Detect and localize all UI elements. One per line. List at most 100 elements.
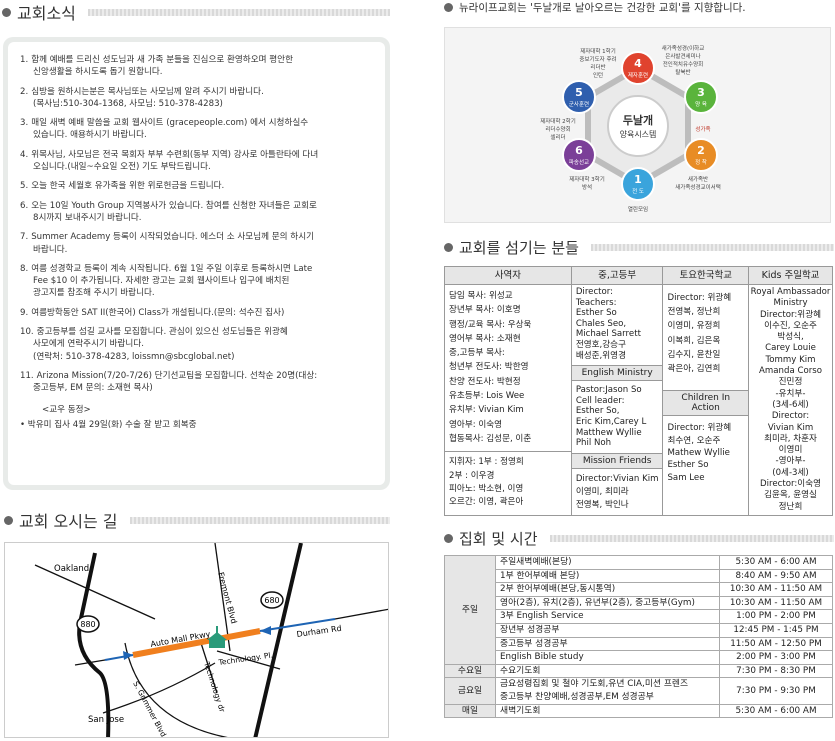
staff-entry: Director: 위광혜 bbox=[667, 293, 732, 303]
schedule-day: 수요일 bbox=[444, 663, 496, 679]
news-item-line: 6. 오는 10일 Youth Group 지역봉사가 있습니다. 참여를 신청한… bbox=[20, 200, 377, 212]
news-item-line: 중고등부, EM 문의: 소재현 목사) bbox=[33, 383, 153, 394]
schedule-time: 7:30 PM - 9:30 PM bbox=[719, 677, 833, 705]
news-item-number: 3. bbox=[20, 118, 29, 129]
news-panel: 1. 함께 예배를 드리신 성도님과 새 가족 분들을 진심으로 환영하오며 평안… bbox=[3, 37, 390, 490]
schedule-event: 주일새벽예배(본당) bbox=[495, 555, 720, 570]
staff-entry: 담임 목사: 위성교 bbox=[449, 291, 513, 301]
staff-entry: Tommy Kim bbox=[765, 354, 816, 365]
schedule-time: 8:40 AM - 9:50 AM bbox=[719, 568, 833, 584]
staff-entry: Phil Noh bbox=[575, 438, 612, 449]
schedule-row: English Bible study 2:00 PM - 3:00 PM bbox=[445, 650, 833, 665]
english-ministry-list: Pastor:Jason So Cell leader: Esther So, Eri… bbox=[572, 383, 663, 451]
staff-entry: Director:Vivian Kim bbox=[575, 473, 659, 484]
staff-entry: 이복희, 김은옥 bbox=[667, 335, 721, 346]
schedule-event-name: English Bible study bbox=[500, 652, 584, 663]
staff-section-header: 교회를 섬기는 분들 bbox=[444, 237, 834, 258]
staff-entry: 곽은아, 김연희 bbox=[667, 364, 721, 375]
note-top-right: 새가족성경(이하교 bbox=[662, 44, 705, 52]
news-item-text: 매일 새벽 예배 말씀을 교회 웹사이트 (gracepeople.com) 에… bbox=[31, 118, 309, 129]
staff-entry: Chales Seo, bbox=[575, 318, 627, 329]
korean-school-list: Director: 위광혜 전영복, 정난희 이영미, 유정희 이복희, 김은옥 김수지… bbox=[663, 285, 748, 388]
schedule-event: 1부 한어부예배 본당) bbox=[495, 568, 720, 584]
staff-entry: 중,고등부 목사: bbox=[449, 348, 505, 359]
staff-entry: 지휘자: 1부 : 정영희 bbox=[449, 457, 524, 468]
news-item-line: (목사님:510-304-1368, 사모님: 510-378-4283) bbox=[33, 98, 223, 109]
news-item: 1. 함께 예배를 드리신 성도님과 새 가족 분들을 진심으로 환영하오며 평안… bbox=[20, 54, 377, 79]
schedule-event: 금요성령집회 및 철야 기도회,유년 CIA,미션 프렌즈 중고등부 찬양예배,성… bbox=[495, 677, 720, 705]
schedule-title: 집회 및 시간 bbox=[459, 530, 538, 548]
technology-dr-label: Technology dr bbox=[202, 660, 227, 714]
staff-entry: Director: 위광혜 bbox=[667, 423, 732, 434]
schedule-event-name: 수요기도회 bbox=[500, 665, 541, 676]
discipleship-cycle-diagram: 두날개양육시스템1전 도2정 착3양 육4제자훈련5군사훈련6파송선교제자대학 … bbox=[540, 44, 721, 213]
schedule-event: 새벽기도회 bbox=[495, 703, 720, 719]
news-item-text: 여름 성경학교 등록이 계속 시작됩니다. 6월 1일 주일 이후로 등록하시면… bbox=[31, 263, 313, 274]
staff-entry: Cell leader: bbox=[575, 395, 625, 406]
note-bottom-left: 제자대학 3학기 bbox=[569, 175, 605, 183]
staff-entry: Vivian Kim bbox=[767, 422, 814, 433]
schedule-event-name: 1부 한어부예배 본당) bbox=[500, 570, 580, 581]
news-item-number: 6. bbox=[20, 200, 29, 211]
news-item-text: 오는 10일 Youth Group 지역봉사가 있습니다. 참여를 신청한 자… bbox=[31, 200, 317, 211]
staff-entry: Pastor:Jason So bbox=[575, 385, 642, 396]
staff-entry: Director:이숙영 bbox=[760, 479, 822, 490]
note-top-right: 은사발견세미나 bbox=[665, 52, 700, 60]
note-left: 제자대학 2학기 bbox=[540, 117, 576, 125]
durham-rd-road bbox=[334, 608, 388, 620]
step-label: 양 육 bbox=[695, 100, 707, 108]
news-item-number: 10. bbox=[20, 327, 34, 338]
schedule-time: 2:00 PM - 3:00 PM bbox=[719, 650, 833, 665]
san-jose-label: San Jose bbox=[88, 715, 124, 725]
staff-entry: 유치부: Vivian Kim bbox=[449, 405, 524, 416]
note-bottom: 열린모임 bbox=[628, 205, 648, 213]
staff-entry: 행정/교육 목사: 우상욱 bbox=[449, 319, 532, 330]
news-item-line: 2. 심방을 원하시는분은 목사님또는 사모님께 알려 주시기 바랍니다. bbox=[20, 86, 377, 98]
hwy-680-label: 680 bbox=[264, 596, 279, 605]
staff-entry: 전영복, 정난희 bbox=[667, 307, 721, 318]
staff-entry: Ministry bbox=[773, 298, 808, 309]
staff-entry: 이영미, 최미라 bbox=[575, 486, 629, 497]
staff-entry: 영아부: 이숙영 bbox=[449, 419, 503, 430]
schedule-event: 수요기도회 bbox=[495, 663, 720, 679]
schedule-row: 매일 새벽기도회 5:30 AM - 6:00 AM bbox=[444, 703, 833, 719]
oakland-label: Oakland bbox=[54, 564, 89, 574]
center-title: 두날개 bbox=[623, 113, 653, 127]
news-item-text: 위목사님, 사모님은 전국 목회자 부부 수련회(동부 지역) 강사로 아틀란타… bbox=[31, 149, 319, 160]
staff-entry: Esther So bbox=[575, 308, 617, 319]
staff-entry: -유치부- bbox=[775, 388, 806, 399]
staff-table: 사역자 중,고등부 토요한국학교 Kids 주일학교 담임 목사: 위성교 장년부… bbox=[444, 266, 833, 516]
staff-entry: 최미라, 차훈자 bbox=[764, 433, 817, 444]
staff-entry: 유초등부: Lois Wee bbox=[449, 391, 525, 402]
schedule-event: 중고등부 성경공부 bbox=[495, 636, 720, 652]
news-item-line: (연락처: 510-378-4283, loissmn@sbcglobal.ne… bbox=[33, 351, 235, 362]
schedule-row: 3부 English Service 1:00 PM - 2:00 PM bbox=[445, 609, 833, 624]
hwy-880-label: 880 bbox=[80, 620, 95, 629]
note-top-right: 탈북반 bbox=[675, 68, 690, 76]
news-list: 1. 함께 예배를 드리신 성도님과 새 가족 분들을 진심으로 환영하오며 평안… bbox=[20, 54, 377, 395]
schedule-row: 1부 한어부예배 본당) 8:40 AM - 9:50 AM bbox=[445, 568, 833, 584]
note-top-right: 전인적치유수양회 bbox=[663, 60, 703, 68]
step-label: 제자훈련 bbox=[628, 71, 648, 79]
news-item-line: 10. 중고등부를 섬길 교사를 모집합니다. 관심이 있으신 성도님들은 위광혜 bbox=[20, 326, 377, 338]
staff-entry: -영아부- bbox=[775, 456, 806, 467]
staff-header-row: 사역자 중,고등부 토요한국학교 Kids 주일학교 bbox=[444, 266, 833, 285]
news-item-line: 광고지를 참조해 주시기 바랍니다. bbox=[33, 288, 155, 299]
header-kids: Kids 주일학교 bbox=[748, 266, 833, 285]
staff-entry: 이영미 bbox=[778, 445, 803, 456]
staff-entry: 최수연, 오순주 bbox=[667, 435, 721, 446]
schedule-row: 수요일 수요기도회 7:30 PM - 8:30 PM bbox=[444, 663, 833, 679]
news-item-line: 8시까지 보내주시기 바랍니다. bbox=[33, 212, 142, 223]
schedule-time: 12:45 PM - 1:45 PM bbox=[719, 622, 833, 638]
bullet-icon bbox=[444, 3, 453, 12]
news-item: 4. 위목사님, 사모님은 전국 목회자 부부 수련회(동부 지역) 강사로 아틀… bbox=[20, 149, 377, 174]
staff-entry: 찬양 전도사: 박현정 bbox=[449, 376, 521, 387]
directions-section-header: 교회 오시는 길 bbox=[4, 508, 390, 532]
staff-entry: 김수지, 윤찬일 bbox=[667, 349, 721, 360]
staff-entry: Esther So, bbox=[575, 406, 620, 417]
youth-staff-list: Director: Teachers: Esther So Chales Seo, Mi… bbox=[572, 285, 663, 363]
bullet-icon bbox=[2, 7, 11, 17]
staff-entry: 전영복, 박인나 bbox=[575, 499, 629, 510]
schedule-event: 2부 한어부예배(본당,동시통역) bbox=[495, 582, 720, 597]
news-content: 1. 함께 예배를 드리신 성도님과 새 가족 분들을 진심으로 환영하오며 평안… bbox=[8, 42, 385, 485]
